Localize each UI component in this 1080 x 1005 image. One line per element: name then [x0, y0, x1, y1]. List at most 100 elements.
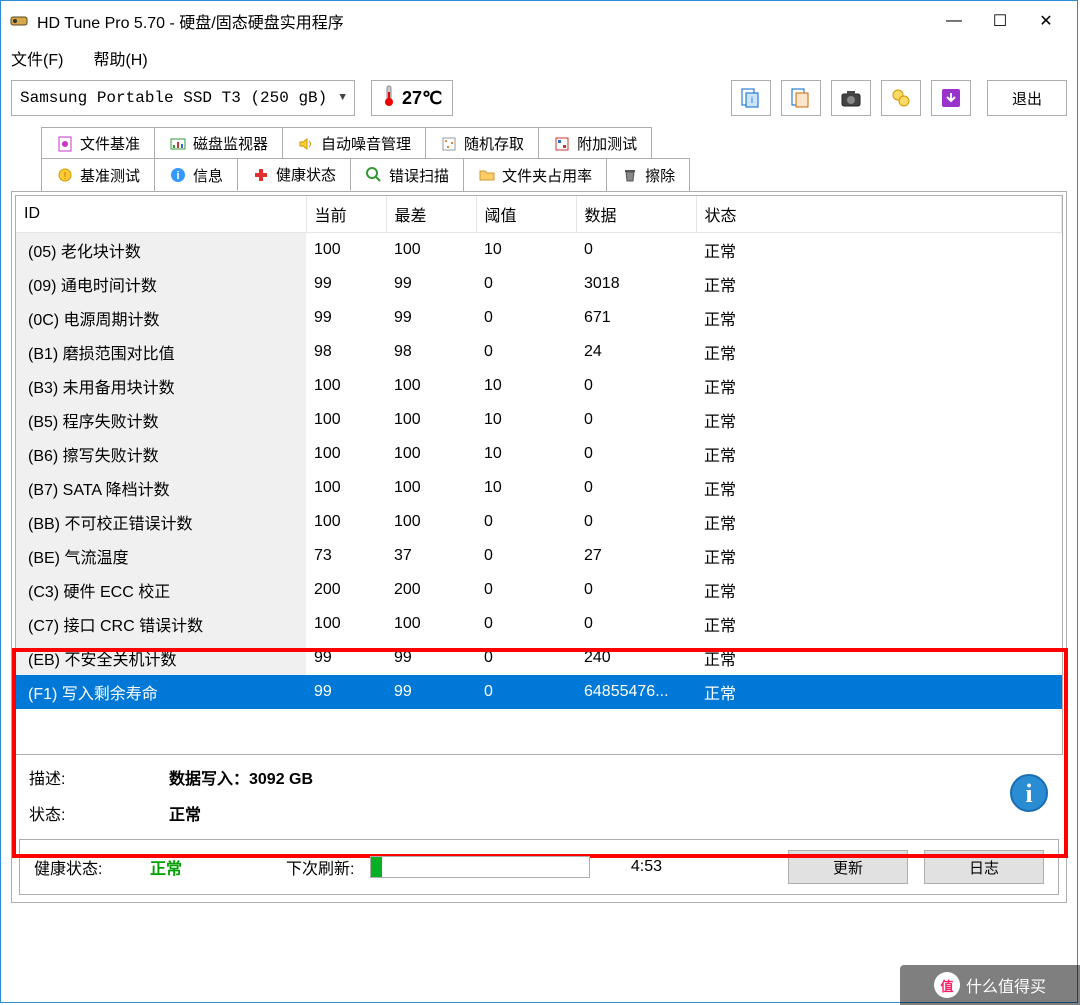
cell-id: (B6) 擦写失败计数	[16, 437, 306, 471]
tab-label: 自动噪音管理	[321, 133, 411, 154]
svg-text:i: i	[1025, 779, 1032, 808]
thermometer-icon	[382, 84, 396, 113]
update-button[interactable]: 更新	[788, 850, 908, 884]
table-row[interactable]: (B1) 磨损范围对比值9898024正常	[16, 335, 1062, 369]
tab-擦除[interactable]: 擦除	[606, 158, 690, 191]
cell-id: (0C) 电源周期计数	[16, 301, 306, 335]
cell-id: (BE) 气流温度	[16, 539, 306, 573]
file-benchmark-icon	[56, 135, 74, 153]
tab-label: 文件基准	[80, 133, 140, 154]
maximize-button[interactable]: ☐	[977, 5, 1023, 37]
table-row[interactable]: (B7) SATA 降档计数100100100正常	[16, 471, 1062, 505]
menu-help[interactable]: 帮助(H)	[93, 46, 147, 70]
tab-健康状态[interactable]: 健康状态	[237, 158, 351, 191]
table-row[interactable]: (EB) 不安全关机计数99990240正常	[16, 641, 1062, 675]
copy-screenshot-button[interactable]	[781, 80, 821, 116]
tab-磁盘监视器[interactable]: 磁盘监视器	[154, 127, 283, 159]
cell-worst: 100	[386, 471, 476, 505]
header-status[interactable]: 状态	[696, 196, 1062, 233]
cell-status: 正常	[696, 675, 1062, 709]
header-data[interactable]: 数据	[576, 196, 696, 233]
exit-button[interactable]: 退出	[987, 80, 1067, 116]
cell-status: 正常	[696, 641, 1062, 675]
tab-错误扫描[interactable]: 错误扫描	[350, 158, 464, 191]
health-status-label: 健康状态:	[34, 855, 134, 879]
drive-select[interactable]: Samsung Portable SSD T3 (250 gB) ▼	[11, 80, 355, 116]
cell-status: 正常	[696, 233, 1062, 268]
cell-thr: 0	[476, 267, 576, 301]
window-title: HD Tune Pro 5.70 - 硬盘/固态硬盘实用程序	[37, 9, 931, 33]
cell-data: 0	[576, 471, 696, 505]
cell-cur: 200	[306, 573, 386, 607]
table-row[interactable]: (05) 老化块计数100100100正常	[16, 233, 1062, 268]
status-value: 正常	[169, 801, 201, 825]
progress-fill	[371, 857, 382, 877]
table-row[interactable]: (BB) 不可校正错误计数10010000正常	[16, 505, 1062, 539]
cell-thr: 0	[476, 573, 576, 607]
tab-label: 错误扫描	[389, 165, 449, 186]
cell-id: (C7) 接口 CRC 错误计数	[16, 607, 306, 641]
cell-cur: 100	[306, 403, 386, 437]
table-row[interactable]: (B6) 擦写失败计数100100100正常	[16, 437, 1062, 471]
cell-id: (B5) 程序失败计数	[16, 403, 306, 437]
cell-data: 27	[576, 539, 696, 573]
titlebar[interactable]: HD Tune Pro 5.70 - 硬盘/固态硬盘实用程序 — ☐ ✕	[1, 1, 1077, 41]
header-current[interactable]: 当前	[306, 196, 386, 233]
cell-status: 正常	[696, 607, 1062, 641]
table-row[interactable]: (0C) 电源周期计数99990671正常	[16, 301, 1062, 335]
log-button[interactable]: 日志	[924, 850, 1044, 884]
table-header-row: ID 当前 最差 阈值 数据 状态	[16, 196, 1062, 233]
tab-文件夹占用率[interactable]: 文件夹占用率	[463, 158, 607, 191]
table-row[interactable]: (B5) 程序失败计数100100100正常	[16, 403, 1062, 437]
tab-附加测试[interactable]: 附加测试	[538, 127, 652, 159]
header-worst[interactable]: 最差	[386, 196, 476, 233]
tab-label: 健康状态	[276, 164, 336, 185]
header-id[interactable]: ID	[16, 196, 306, 233]
cell-data: 0	[576, 573, 696, 607]
cell-data: 0	[576, 369, 696, 403]
cell-thr: 0	[476, 675, 576, 709]
cell-cur: 100	[306, 369, 386, 403]
content-area: 文件基准磁盘监视器 自动噪音管理随机存取附加测试 !基准测试i信息 健康状态 错误扫描…	[1, 121, 1077, 913]
close-button[interactable]: ✕	[1023, 5, 1069, 37]
status-label: 状态:	[29, 801, 169, 825]
tab-信息[interactable]: i信息	[154, 158, 238, 191]
cell-worst: 37	[386, 539, 476, 573]
tab-自动噪音管理[interactable]: 自动噪音管理	[282, 127, 426, 159]
copy-info-button[interactable]: i	[731, 80, 771, 116]
info-icon[interactable]: i	[1009, 773, 1049, 813]
header-threshold[interactable]: 阈值	[476, 196, 576, 233]
cell-status: 正常	[696, 301, 1062, 335]
menu-file[interactable]: 文件(F)	[11, 46, 63, 70]
table-row[interactable]: (C3) 硬件 ECC 校正20020000正常	[16, 573, 1062, 607]
cell-worst: 99	[386, 301, 476, 335]
cell-status: 正常	[696, 369, 1062, 403]
table-row[interactable]: (C7) 接口 CRC 错误计数10010000正常	[16, 607, 1062, 641]
description-label: 描述:	[29, 765, 169, 789]
svg-text:!: !	[64, 171, 67, 182]
cell-cur: 100	[306, 505, 386, 539]
options-button[interactable]	[881, 80, 921, 116]
tab-随机存取[interactable]: 随机存取	[425, 127, 539, 159]
cell-cur: 100	[306, 233, 386, 268]
table-row[interactable]: (B3) 未用备用块计数100100100正常	[16, 369, 1062, 403]
cell-worst: 100	[386, 607, 476, 641]
camera-button[interactable]	[831, 80, 871, 116]
cell-worst: 100	[386, 437, 476, 471]
cell-cur: 100	[306, 471, 386, 505]
next-refresh-label: 下次刷新:	[286, 855, 354, 879]
table-row[interactable]: (F1) 写入剩余寿命9999064855476...正常	[16, 675, 1062, 709]
tab-文件基准[interactable]: 文件基准	[41, 127, 155, 159]
cell-status: 正常	[696, 403, 1062, 437]
cell-thr: 0	[476, 301, 576, 335]
save-button[interactable]	[931, 80, 971, 116]
cell-cur: 99	[306, 267, 386, 301]
cell-thr: 10	[476, 369, 576, 403]
table-row[interactable]: (BE) 气流温度7337027正常	[16, 539, 1062, 573]
tabs: 文件基准磁盘监视器 自动噪音管理随机存取附加测试 !基准测试i信息 健康状态 错误扫描…	[41, 127, 1067, 191]
health-panel: ID 当前 最差 阈值 数据 状态 (05) 老化块计数100100100正常(…	[11, 191, 1067, 903]
minimize-button[interactable]: —	[931, 5, 977, 37]
description-value: 数据写入：3092 GB	[169, 765, 313, 789]
table-row[interactable]: (09) 通电时间计数999903018正常	[16, 267, 1062, 301]
tab-基准测试[interactable]: !基准测试	[41, 158, 155, 191]
